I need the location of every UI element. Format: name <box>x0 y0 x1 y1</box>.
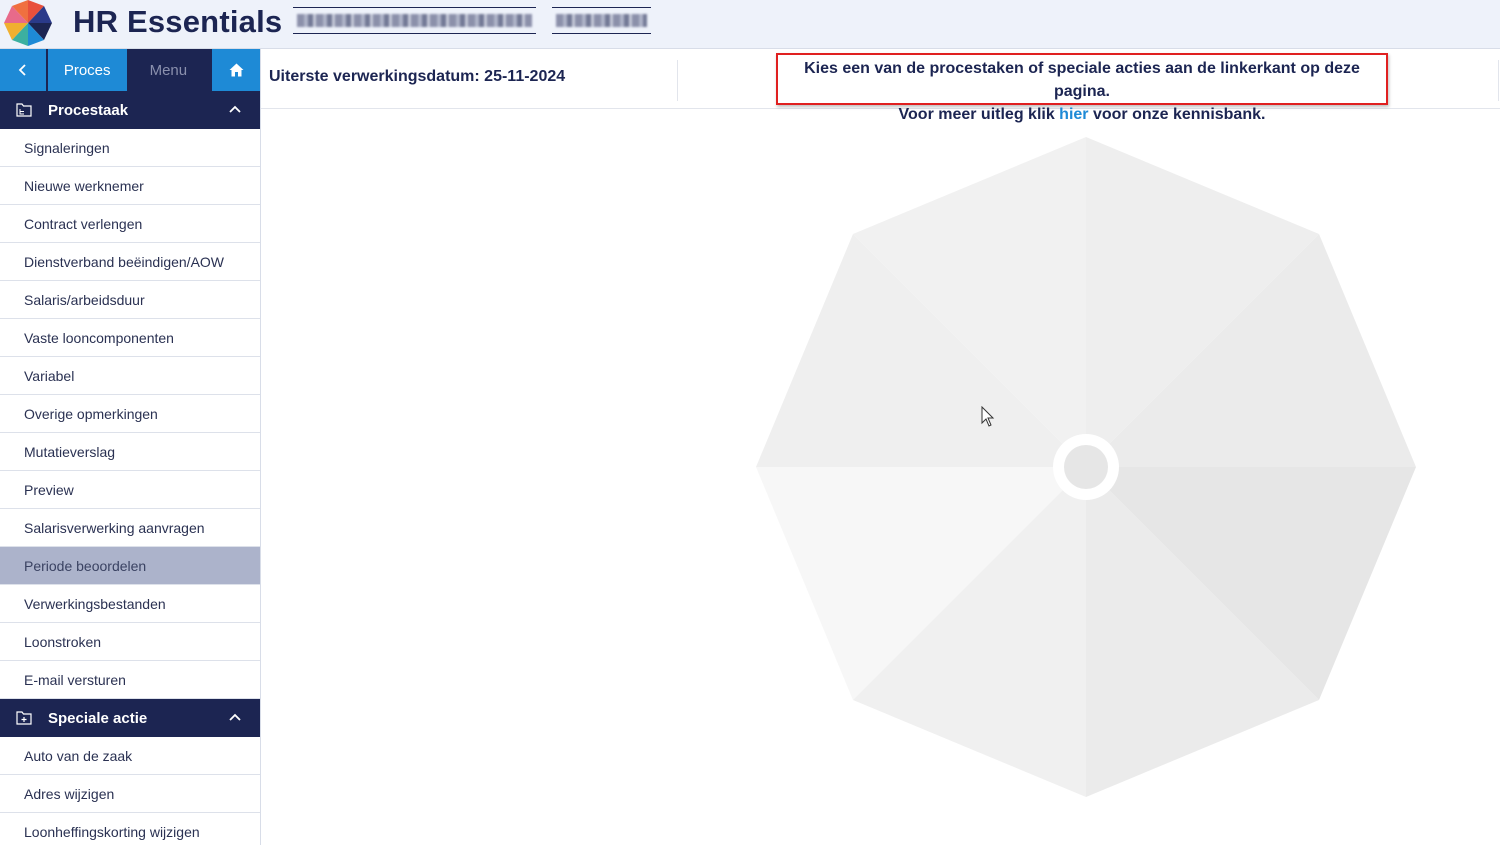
sidebar-item-e-mail-versturen[interactable]: E-mail versturen <box>0 661 260 699</box>
sidebar-item-adres-wijzigen[interactable]: Adres wijzigen <box>0 775 260 813</box>
home-icon <box>229 63 244 77</box>
sidebar-item-loonstroken[interactable]: Loonstroken <box>0 623 260 661</box>
sidebar-item-verwerkingsbestanden[interactable]: Verwerkingsbestanden <box>0 585 260 623</box>
chevron-left-icon <box>18 64 26 76</box>
notice-line-1: Kies een van de procestaken of speciale … <box>804 60 1360 100</box>
sidebar-item-loonheffingskorting-wijzigen[interactable]: Loonheffingskorting wijzigen <box>0 813 260 845</box>
knowledge-base-link[interactable]: hier <box>1059 106 1088 123</box>
divider <box>677 60 678 101</box>
folder-add-icon <box>16 711 32 725</box>
section-header-speciale-actie[interactable]: Speciale actie <box>0 699 260 737</box>
info-notice: Kies een van de procestaken of speciale … <box>776 53 1388 123</box>
color-wheel-logo[interactable] <box>4 0 52 46</box>
sidebar-item-contract-verlengen[interactable]: Contract verlengen <box>0 205 260 243</box>
company-selector[interactable] <box>293 7 536 34</box>
deadline-label: Uiterste verwerkingsdatum: 25-11-2024 <box>269 68 566 85</box>
sidebar-item-preview[interactable]: Preview <box>0 471 260 509</box>
sidebar-item-vaste-looncomponenten[interactable]: Vaste looncomponenten <box>0 319 260 357</box>
umbrella-illustration <box>756 137 1416 797</box>
sidebar-item-dienstverband-beeindigen-aow[interactable]: Dienstverband beëindigen/AOW <box>0 243 260 281</box>
section-header-procestaak[interactable]: Procestaak <box>0 91 260 129</box>
sidebar-item-salaris-arbeidsduur[interactable]: Salaris/arbeidsduur <box>0 281 260 319</box>
sidebar-item-overige-opmerkingen[interactable]: Overige opmerkingen <box>0 395 260 433</box>
sidebar-nav: Proces Menu <box>0 49 260 91</box>
sidebar-item-salarisverwerking-aanvragen[interactable]: Salarisverwerking aanvragen <box>0 509 260 547</box>
sidebar-item-signaleringen[interactable]: Signaleringen <box>0 129 260 167</box>
mouse-cursor-icon <box>981 406 995 427</box>
folder-tree-icon <box>16 103 32 117</box>
sidebar-item-variabel[interactable]: Variabel <box>0 357 260 395</box>
tab-proces[interactable]: Proces <box>47 49 127 91</box>
divider <box>1498 60 1499 101</box>
top-bar: HR Essentials <box>0 0 1500 49</box>
chevron-up-icon[interactable] <box>228 103 242 117</box>
section-title: Procestaak <box>48 101 129 119</box>
sidebar-item-auto-van-de-zaak[interactable]: Auto van de zaak <box>0 737 260 775</box>
back-button[interactable] <box>0 49 48 91</box>
sidebar: Proces Menu Procestaak Signaleringen Nieu… <box>0 49 261 845</box>
period-selector[interactable] <box>552 7 651 34</box>
notice-text-after: voor onze kennisbank. <box>1088 106 1266 123</box>
section-title: Speciale actie <box>48 709 148 727</box>
content-header: Uiterste verwerkingsdatum: 25-11-2024 Ki… <box>261 49 1500 123</box>
tab-menu[interactable]: Menu <box>126 49 211 91</box>
notice-line-2: Voor meer uitleg klik hier voor onze ken… <box>778 103 1386 126</box>
app-title: HR Essentials <box>73 4 283 39</box>
chevron-up-icon[interactable] <box>228 711 242 725</box>
home-button[interactable] <box>212 49 260 91</box>
sidebar-item-mutatieverslag[interactable]: Mutatieverslag <box>0 433 260 471</box>
notice-text-before: Voor meer uitleg klik <box>898 106 1060 123</box>
sidebar-item-periode-beoordelen[interactable]: Periode beoordelen <box>0 547 260 585</box>
sidebar-item-nieuwe-werknemer[interactable]: Nieuwe werknemer <box>0 167 260 205</box>
